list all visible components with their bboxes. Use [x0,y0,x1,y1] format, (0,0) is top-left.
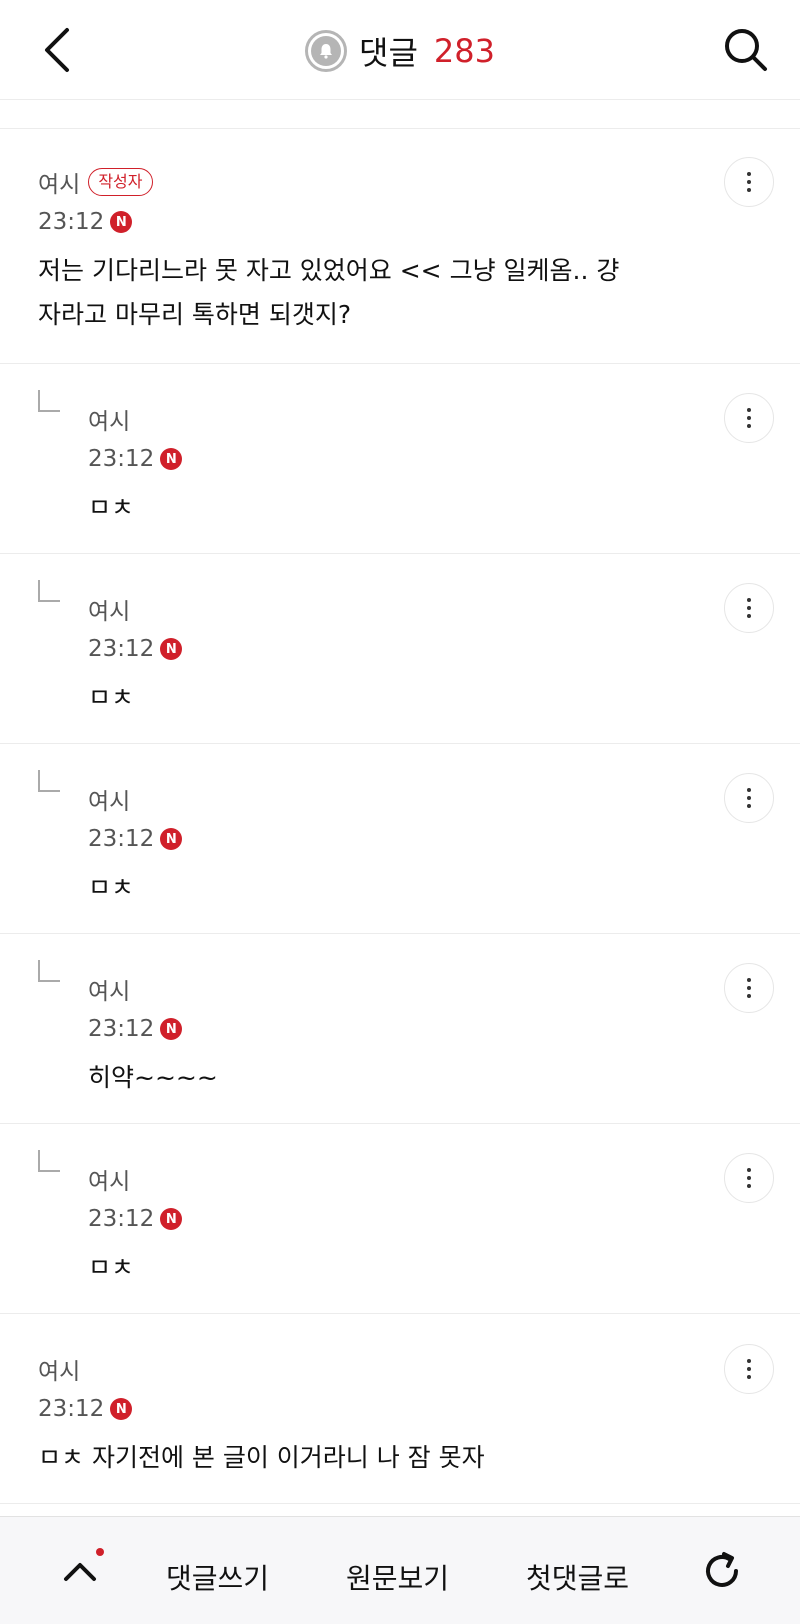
chevron-up-icon [64,1563,96,1581]
new-badge: N [110,211,133,233]
more-options-button[interactable] [724,1153,774,1203]
comment-item: 여시 23:12 N ㅁㅊ 자기전에 본 글이 이거라니 나 잠 못자 [0,1314,800,1504]
bell-icon [311,36,342,66]
new-badge: N [160,448,183,470]
comment-text: 히약~~~~ [88,1063,218,1092]
more-options-button[interactable] [724,963,774,1013]
more-options-button[interactable] [724,157,774,207]
new-badge: N [110,1398,133,1420]
comment-time: 23:12 [88,1016,155,1042]
reply-item: 여시 23:12 N ㅁㅊ [0,744,800,934]
comment-text: ㅁㅊ [88,493,135,522]
search-icon [725,29,767,71]
more-options-button[interactable] [724,393,774,443]
more-vertical-icon [747,408,751,428]
refresh-button[interactable] [694,1543,750,1599]
new-badge: N [160,1018,183,1040]
comment-text: 저는 기다리느라 못 자고 있었어요 << 그냥 일케옴.. 걍 자라고 마무리… [38,249,678,337]
more-options-button[interactable] [724,583,774,633]
write-comment-button[interactable]: 댓글쓰기 [166,1557,269,1597]
reply-indent-icon [38,390,60,412]
comment-time: 23:12 [88,1206,155,1232]
comment-author[interactable]: 여시 [88,782,130,816]
first-comment-button[interactable]: 첫댓글로 [526,1557,629,1597]
comment-text: ㅁㅊ [88,873,135,902]
view-original-button[interactable]: 원문보기 [346,1557,449,1597]
author-badge: 작성자 [88,168,153,196]
reply-item: 여시 23:12 N 히약~~~~ [0,934,800,1124]
notification-dot [96,1548,104,1556]
reply-indent-icon [38,770,60,792]
comment-time: 23:12 [38,209,105,235]
reply-item: 여시 23:12 N ㅁㅊ [0,1124,800,1314]
comment-text: ㅁㅊ [88,1253,135,1282]
more-vertical-icon [747,1168,751,1188]
comment-time: 23:12 [38,1396,105,1422]
comment-author[interactable]: 여시 [88,1162,130,1196]
comment-author[interactable]: 여시 [88,402,130,436]
new-badge: N [160,1208,183,1230]
more-vertical-icon [747,172,751,192]
more-options-button[interactable] [724,1344,774,1394]
comment-text: ㅁㅊ [88,683,135,712]
reply-item: 여시 23:12 N ㅁㅊ [0,554,800,744]
comment-text-line: 자라고 마무리 톡하면 되갯지? [38,300,352,329]
page-title: 댓글 [359,34,418,72]
more-vertical-icon [747,1359,751,1379]
comment-item: 여시 작성자 23:12 N 저는 기다리느라 못 자고 있었어요 << 그냥 … [0,129,800,364]
new-badge: N [160,828,183,850]
more-options-button[interactable] [724,773,774,823]
header-title-group: 댓글 283 [0,28,800,74]
comment-text-line: 저는 기다리느라 못 자고 있었어요 << 그냥 일케옴.. 걍 [38,256,620,285]
comment-time: 23:12 [88,446,155,472]
top-header: 댓글 283 [0,0,800,100]
comment-text: ㅁㅊ 자기전에 본 글이 이거라니 나 잠 못자 [38,1443,485,1472]
search-button[interactable] [718,22,774,78]
notification-bell-button[interactable] [305,30,348,72]
comment-author[interactable]: 여시 [38,165,80,199]
reply-indent-icon [38,580,60,602]
comment-time: 23:12 [88,826,155,852]
comment-author[interactable]: 여시 [88,972,130,1006]
refresh-icon [706,1552,738,1587]
more-vertical-icon [747,788,751,808]
more-vertical-icon [747,598,751,618]
comment-count: 283 [433,32,495,70]
reply-indent-icon [38,960,60,982]
new-badge: N [160,638,183,660]
comment-time: 23:12 [88,636,155,662]
reply-indent-icon [38,1150,60,1172]
bottom-toolbar: 댓글쓰기 원문보기 첫댓글로 [0,1516,800,1624]
more-vertical-icon [747,978,751,998]
comment-author[interactable]: 여시 [88,592,130,626]
comment-author[interactable]: 여시 [38,1352,80,1386]
reply-item: 여시 23:12 N ㅁㅊ [0,364,800,554]
